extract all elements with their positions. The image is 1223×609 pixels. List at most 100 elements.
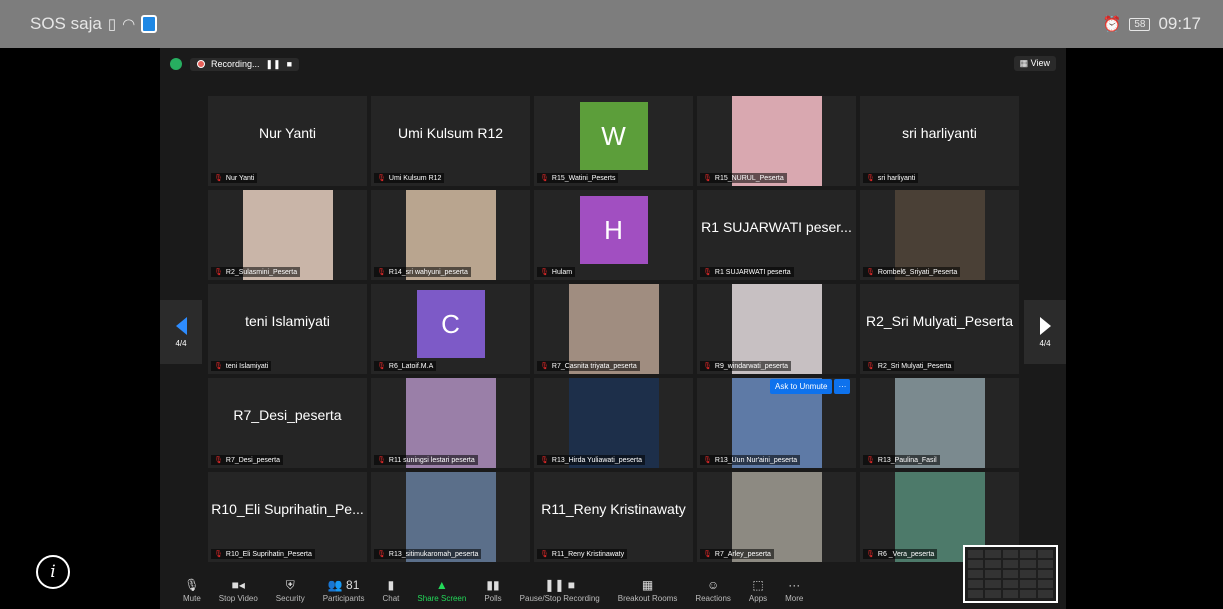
- tile-more-button[interactable]: ···: [834, 379, 851, 394]
- info-icon[interactable]: i: [36, 555, 70, 589]
- participant-tile[interactable]: 🎙 R2_Sulasmini_Peserta: [208, 190, 367, 280]
- recording-dot-icon: [197, 60, 205, 68]
- reactions-icon: ☺: [706, 578, 720, 592]
- gallery-thumbnail-preview[interactable]: [963, 545, 1058, 603]
- stop-video-label: Stop Video: [218, 594, 258, 603]
- participants-icon: 👥 81: [327, 578, 360, 592]
- participant-name-label: 🎙 R2_Sulasmini_Peserta: [211, 267, 301, 277]
- participant-tile[interactable]: 🎙 R11 suningsi lestari peserta: [371, 378, 530, 468]
- participant-display-name: R1 SUJARWATI peser...: [701, 219, 852, 235]
- participant-tile[interactable]: W 🎙 R15_Watini_Peserts: [534, 96, 693, 186]
- mic-muted-icon: 🎙: [214, 363, 223, 370]
- share-screen-button[interactable]: ▲ Share Screen: [408, 578, 475, 603]
- stop-video-button[interactable]: ■◂ Stop Video: [210, 578, 267, 603]
- participant-name-text: R7_Arley_peserta: [714, 550, 771, 558]
- participant-name-text: Hulam: [551, 268, 573, 276]
- participant-name-text: R2_Sri Mulyati_Peserta: [877, 362, 952, 370]
- mic-muted-icon: 🎙: [703, 551, 712, 558]
- participant-tile[interactable]: 🎙 R7_Arley_peserta: [697, 472, 856, 562]
- share-screen-label: Share Screen: [417, 594, 467, 603]
- participant-tile[interactable]: Nur Yanti 🎙 Nur Yanti: [208, 96, 367, 186]
- participant-tile[interactable]: R7_Desi_peserta 🎙 R7_Desi_peserta: [208, 378, 367, 468]
- mic-muted-icon: 🎙: [866, 269, 875, 276]
- participant-name-label: 🎙 R9_windarwati_peserta: [700, 361, 792, 371]
- view-button[interactable]: ▦ View: [1013, 56, 1056, 71]
- participant-tile[interactable]: H 🎙 Hulam: [534, 190, 693, 280]
- breakout-rooms-icon: ▦: [641, 578, 654, 592]
- mic-muted-icon: 🎙: [703, 457, 712, 464]
- next-page-button[interactable]: 4/4: [1024, 300, 1066, 364]
- participant-name-label: 🎙 R13_sitimukaromah_peserta: [374, 549, 482, 559]
- clock-text: 09:17: [1158, 14, 1201, 33]
- participant-tile[interactable]: 🎙 R9_windarwati_peserta: [697, 284, 856, 374]
- mic-muted-icon: 🎙: [866, 551, 875, 558]
- participant-name-label: 🎙 R14_sri wahyuni_peserta: [374, 267, 471, 277]
- participant-tile[interactable]: R10_Eli Suprihatin_Pe... 🎙 R10_Eli Supriha…: [208, 472, 367, 562]
- participant-display-name: sri harliyanti: [902, 125, 977, 141]
- participant-tile[interactable]: 🎙 Rombel6_Sriyati_Peserta: [860, 190, 1019, 280]
- breakout-rooms-button[interactable]: ▦ Breakout Rooms: [609, 578, 687, 603]
- participants-button[interactable]: 👥 81 Participants: [314, 578, 374, 603]
- previous-page-button[interactable]: 4/4: [160, 300, 202, 364]
- mic-muted-icon: 🎙: [540, 457, 549, 464]
- participant-avatar: C: [416, 290, 485, 358]
- participant-tile[interactable]: R1 SUJARWATI peser... 🎙 R1 SUJARWATI peser…: [697, 190, 856, 280]
- participant-name-label: 🎙 R13_Paulina_Fasil: [863, 455, 940, 465]
- participant-name-text: R13_sitimukaromah_peserta: [388, 550, 479, 558]
- sim-icon: ▯: [107, 16, 117, 33]
- encryption-shield-icon[interactable]: [170, 58, 182, 70]
- mute-button[interactable]: 🎙 Mute: [174, 578, 210, 603]
- chat-button[interactable]: ▮ Chat: [374, 578, 409, 603]
- participant-tile[interactable]: sri harliyanti 🎙 sri harliyanti: [860, 96, 1019, 186]
- participant-tile[interactable]: teni Islamiyati 🎙 teni Islamiyati: [208, 284, 367, 374]
- participant-tile[interactable]: R2_Sri Mulyati_Peserta 🎙 R2_Sri Mulyati_Pe…: [860, 284, 1019, 374]
- participant-tile[interactable]: R11_Reny Kristinawaty 🎙 R11_Reny Kristinaw…: [534, 472, 693, 562]
- apps-button[interactable]: ⬚ Apps: [740, 578, 776, 603]
- arrow-left-icon: [175, 316, 187, 335]
- participant-tile[interactable]: 🎙 R7_Casnita triyata_peserta: [534, 284, 693, 374]
- stop-recording-icon[interactable]: ■: [287, 59, 292, 69]
- ask-to-unmute-button[interactable]: Ask to Unmute: [770, 379, 833, 394]
- arrow-right-icon: [1039, 316, 1051, 335]
- participant-avatar: H: [579, 196, 648, 264]
- participant-name-label: 🎙 R6 _Vera_peserta: [863, 549, 938, 559]
- more-icon: ···: [788, 578, 801, 592]
- participants-label: Participants: [322, 594, 365, 603]
- participant-name-label: 🎙 R15_Watini_Peserts: [537, 173, 619, 183]
- more-button[interactable]: ··· More: [776, 578, 812, 603]
- pause-stop-recording-button[interactable]: ❚❚ ■ Pause/Stop Recording: [511, 578, 609, 603]
- participant-name-label: 🎙 R10_Eli Suprihatin_Peserta: [211, 549, 315, 559]
- participant-tile[interactable]: 🎙 R15_NURUL_Peserta: [697, 96, 856, 186]
- participant-name-label: 🎙 R7_Casnita triyata_peserta: [537, 361, 640, 371]
- meeting-toolbar: 🎙 Mute ■◂ Stop Video ⛨ Security 👥 81 Participan…: [160, 578, 1066, 609]
- participant-name-text: R1 SUJARWATI peserta: [714, 268, 791, 276]
- wifi-icon: ◠: [122, 16, 136, 33]
- participant-tile[interactable]: 🎙 R14_sri wahyuni_peserta: [371, 190, 530, 280]
- participant-tile[interactable]: 🎙 R13_sitimukaromah_peserta: [371, 472, 530, 562]
- participant-display-name: Nur Yanti: [258, 125, 317, 141]
- mute-icon: 🎙: [184, 578, 200, 592]
- polls-button[interactable]: ▮▮ Polls: [475, 578, 510, 603]
- chat-icon: ▮: [387, 578, 395, 592]
- participant-name-text: sri harliyanti: [877, 174, 916, 182]
- participant-tile[interactable]: C 🎙 R6_Latoif.M.A: [371, 284, 530, 374]
- participant-name-text: R6_Latoif.M.A: [388, 362, 434, 370]
- participant-tile[interactable]: 🎙 R13_Paulina_Fasil: [860, 378, 1019, 468]
- participant-gallery: Nur Yanti 🎙 Nur Yanti Umi Kulsum R12 🎙 Umi Ku…: [208, 96, 1019, 562]
- recording-indicator: Recording... ❚❚ ■: [190, 57, 300, 71]
- participant-display-name: R7_Desi_peserta: [233, 407, 342, 423]
- vpn-shield-icon: [141, 15, 158, 33]
- security-button[interactable]: ⛨ Security: [267, 578, 314, 603]
- participant-display-name: R2_Sri Mulyati_Peserta: [865, 313, 1014, 329]
- participant-name-text: R13_Paulina_Fasil: [877, 456, 937, 464]
- pause-recording-icon[interactable]: ❚❚: [266, 59, 281, 70]
- participant-name-label: 🎙 R2_Sri Mulyati_Peserta: [863, 361, 955, 371]
- stop-video-icon: ■◂: [231, 578, 245, 592]
- mic-muted-icon: 🎙: [540, 175, 549, 182]
- participant-tile[interactable]: Umi Kulsum R12 🎙 Umi Kulsum R12: [371, 96, 530, 186]
- apps-label: Apps: [748, 594, 768, 603]
- reactions-button[interactable]: ☺ Reactions: [686, 578, 740, 603]
- status-left: SOS saja ▯ ◠: [30, 14, 158, 34]
- participant-name-label: 🎙 Hulam: [537, 267, 576, 277]
- participant-tile[interactable]: 🎙 R13_Hirda Yuliawati_peserta: [534, 378, 693, 468]
